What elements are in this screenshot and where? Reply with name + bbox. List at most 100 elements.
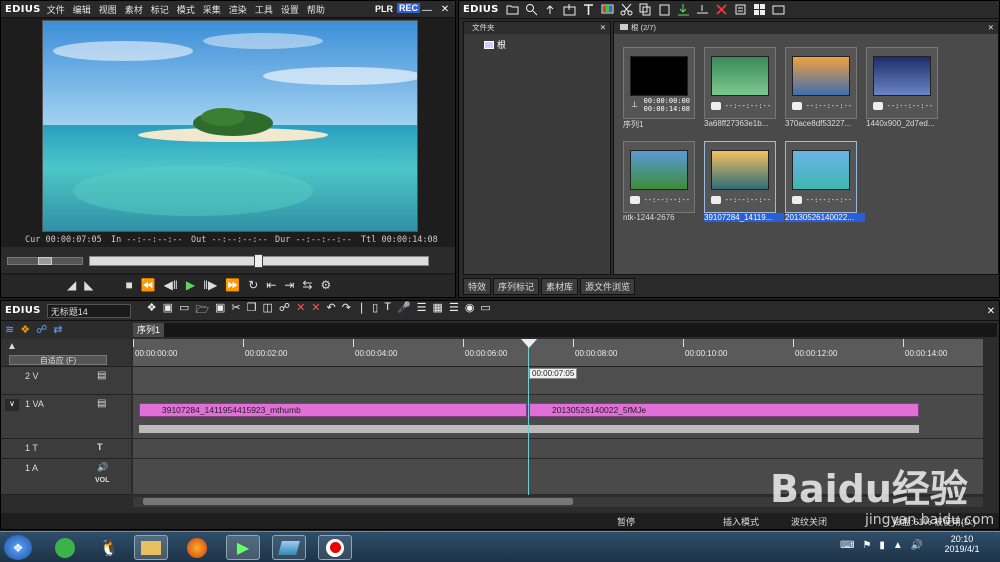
mode-icon[interactable]: ❖: [147, 301, 157, 320]
close-button[interactable]: ✕: [437, 2, 453, 16]
razor-mode-icon[interactable]: ❖: [20, 323, 30, 336]
loop-icon[interactable]: ↻: [248, 278, 258, 292]
vol-label[interactable]: VOL: [95, 477, 109, 484]
clip-area-close-icon[interactable]: ✕: [988, 22, 994, 34]
play-icon[interactable]: ▶: [186, 278, 195, 292]
taskbar-app-recorder[interactable]: [318, 535, 352, 560]
set-out-icon[interactable]: ◣: [84, 278, 93, 292]
tree-root[interactable]: 根: [484, 38, 610, 51]
shuttle-slider[interactable]: [7, 257, 83, 265]
color-bars-icon[interactable]: [600, 2, 616, 18]
taskbar-app-360[interactable]: [48, 535, 82, 560]
step-back-icon[interactable]: ◀‖: [164, 278, 178, 292]
add-to-timeline-icon[interactable]: [676, 2, 692, 18]
folder-icon[interactable]: [505, 2, 521, 18]
open-icon[interactable]: 🗁: [195, 301, 209, 320]
fast-forward-icon[interactable]: ⏩: [225, 278, 240, 292]
link-mode-icon[interactable]: ⇄: [53, 323, 62, 336]
export-icon[interactable]: ☰: [417, 301, 427, 320]
copy-icon[interactable]: ❐: [247, 301, 257, 320]
tab-clip-library[interactable]: 素材库: [541, 278, 579, 295]
track-lane-1va[interactable]: 39107284_1411954415923_mthumb 2013052614…: [133, 395, 983, 439]
track-visible-icon[interactable]: ▤: [97, 398, 106, 409]
add-clip-icon[interactable]: [562, 2, 578, 18]
menu-render[interactable]: 渲染: [229, 3, 247, 16]
taskbar-app-firefox[interactable]: [180, 535, 214, 560]
volume-icon[interactable]: 🔊: [911, 540, 923, 551]
menu-clip[interactable]: 素材: [125, 3, 143, 16]
taskbar-app-edius[interactable]: ▶: [226, 535, 260, 560]
timeline-close-button[interactable]: ✕: [983, 304, 999, 318]
keyboard-icon[interactable]: ⌨: [840, 540, 854, 551]
overwrite-icon[interactable]: ⇥: [284, 278, 294, 292]
layout-icon[interactable]: ▭: [480, 301, 490, 320]
clip-thumb-2[interactable]: --:--:--:--: [704, 47, 776, 119]
title-icon[interactable]: [581, 2, 597, 18]
delete-icon[interactable]: ✕: [296, 301, 305, 320]
set-in-icon[interactable]: ◢: [67, 278, 76, 292]
voice-icon[interactable]: 🎤: [397, 301, 411, 320]
rewind-icon[interactable]: ⏪: [141, 278, 156, 292]
taskbar-app-explorer[interactable]: [134, 535, 168, 560]
menu-tools[interactable]: 工具: [255, 3, 273, 16]
source-channel-icon[interactable]: ∨: [5, 399, 19, 411]
title-icon[interactable]: T: [384, 301, 391, 320]
playhead-handle[interactable]: [521, 339, 537, 348]
position-handle[interactable]: [254, 254, 263, 268]
action-center-icon[interactable]: ⚑: [862, 540, 871, 551]
fit-dropdown[interactable]: 自适应 (F): [9, 355, 107, 365]
plr-button[interactable]: PLR: [375, 4, 393, 14]
menu-marker[interactable]: 标记: [151, 3, 169, 16]
battery-icon[interactable]: ▮: [879, 540, 885, 551]
shuttle-handle[interactable]: [38, 257, 52, 265]
menu-capture[interactable]: 采集: [203, 3, 221, 16]
menu-mode[interactable]: 模式: [177, 3, 195, 16]
tab-sequence1[interactable]: 序列1: [133, 323, 165, 337]
timeline-clip-1[interactable]: 39107284_1411954415923_mthumb: [139, 403, 527, 417]
search-icon[interactable]: [524, 2, 540, 18]
color-icon[interactable]: ◉: [465, 301, 475, 320]
menu-help[interactable]: 帮助: [307, 3, 325, 16]
properties-icon[interactable]: [733, 2, 749, 18]
clip-thumb-4[interactable]: --:--:--:--: [866, 47, 938, 119]
delete-icon[interactable]: [714, 2, 730, 18]
save-icon[interactable]: ▣: [215, 301, 225, 320]
link-icon[interactable]: ☍: [279, 301, 290, 320]
collapse-icon[interactable]: ▲: [7, 341, 17, 352]
step-forward-icon[interactable]: ‖▶: [203, 278, 217, 292]
clip-thumb-sequence[interactable]: ⊥ 00:00:00:00 00:00:14:08: [623, 47, 695, 119]
sync-mode-icon[interactable]: ☍: [36, 323, 47, 336]
menu-settings[interactable]: 设置: [281, 3, 299, 16]
settings-icon[interactable]: ⚙: [320, 278, 331, 292]
replace-icon[interactable]: ⇆: [302, 278, 312, 292]
snapshot-icon[interactable]: ▣: [163, 301, 173, 320]
timeline-ruler[interactable]: 00:00:00:00 00:00:02:00 00:00:04:00 00:00:0…: [133, 339, 983, 367]
timeline-clip-2[interactable]: 20130526140022_5fMJe: [529, 403, 919, 417]
tab-sequence-markers[interactable]: 序列标记: [493, 278, 540, 295]
redo-icon[interactable]: ↷: [342, 301, 351, 320]
mixer-icon[interactable]: ☰: [449, 301, 459, 320]
clip-thumb-7[interactable]: --:--:--:--: [785, 141, 857, 213]
speaker-icon[interactable]: 🔊: [97, 462, 108, 473]
overwrite-timeline-icon[interactable]: [695, 2, 711, 18]
track-lane-1t[interactable]: [133, 439, 983, 459]
cut-icon[interactable]: [619, 2, 635, 18]
tab-source-browser[interactable]: 源文件浏览: [580, 278, 636, 295]
taskbar-clock[interactable]: 20:10 2019/4/1: [938, 534, 986, 554]
up-folder-icon[interactable]: [543, 2, 559, 18]
minimize-button[interactable]: —: [419, 3, 435, 17]
track-visible-icon[interactable]: ▤: [97, 370, 106, 381]
bin-menu-icon[interactable]: [771, 2, 787, 18]
position-bar[interactable]: [89, 254, 429, 268]
folder-close-icon[interactable]: ✕: [600, 22, 606, 34]
copy-icon[interactable]: [638, 2, 654, 18]
insert-icon[interactable]: ⇤: [266, 278, 276, 292]
view-mode-icon[interactable]: [752, 2, 768, 18]
project-name-field[interactable]: 无标题14: [46, 303, 131, 318]
taskbar-app-qq[interactable]: 🐧: [92, 535, 126, 560]
clip-thumb-3[interactable]: --:--:--:--: [785, 47, 857, 119]
taskbar-app-3[interactable]: [272, 535, 306, 560]
grid-icon[interactable]: ▦: [433, 301, 443, 320]
cut-icon[interactable]: ✂: [231, 301, 240, 320]
transition-icon[interactable]: ▯: [372, 301, 378, 320]
